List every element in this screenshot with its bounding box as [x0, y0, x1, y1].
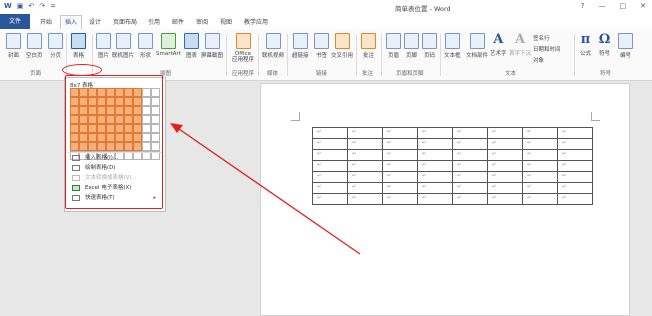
annotation-arrow: [170, 123, 361, 255]
